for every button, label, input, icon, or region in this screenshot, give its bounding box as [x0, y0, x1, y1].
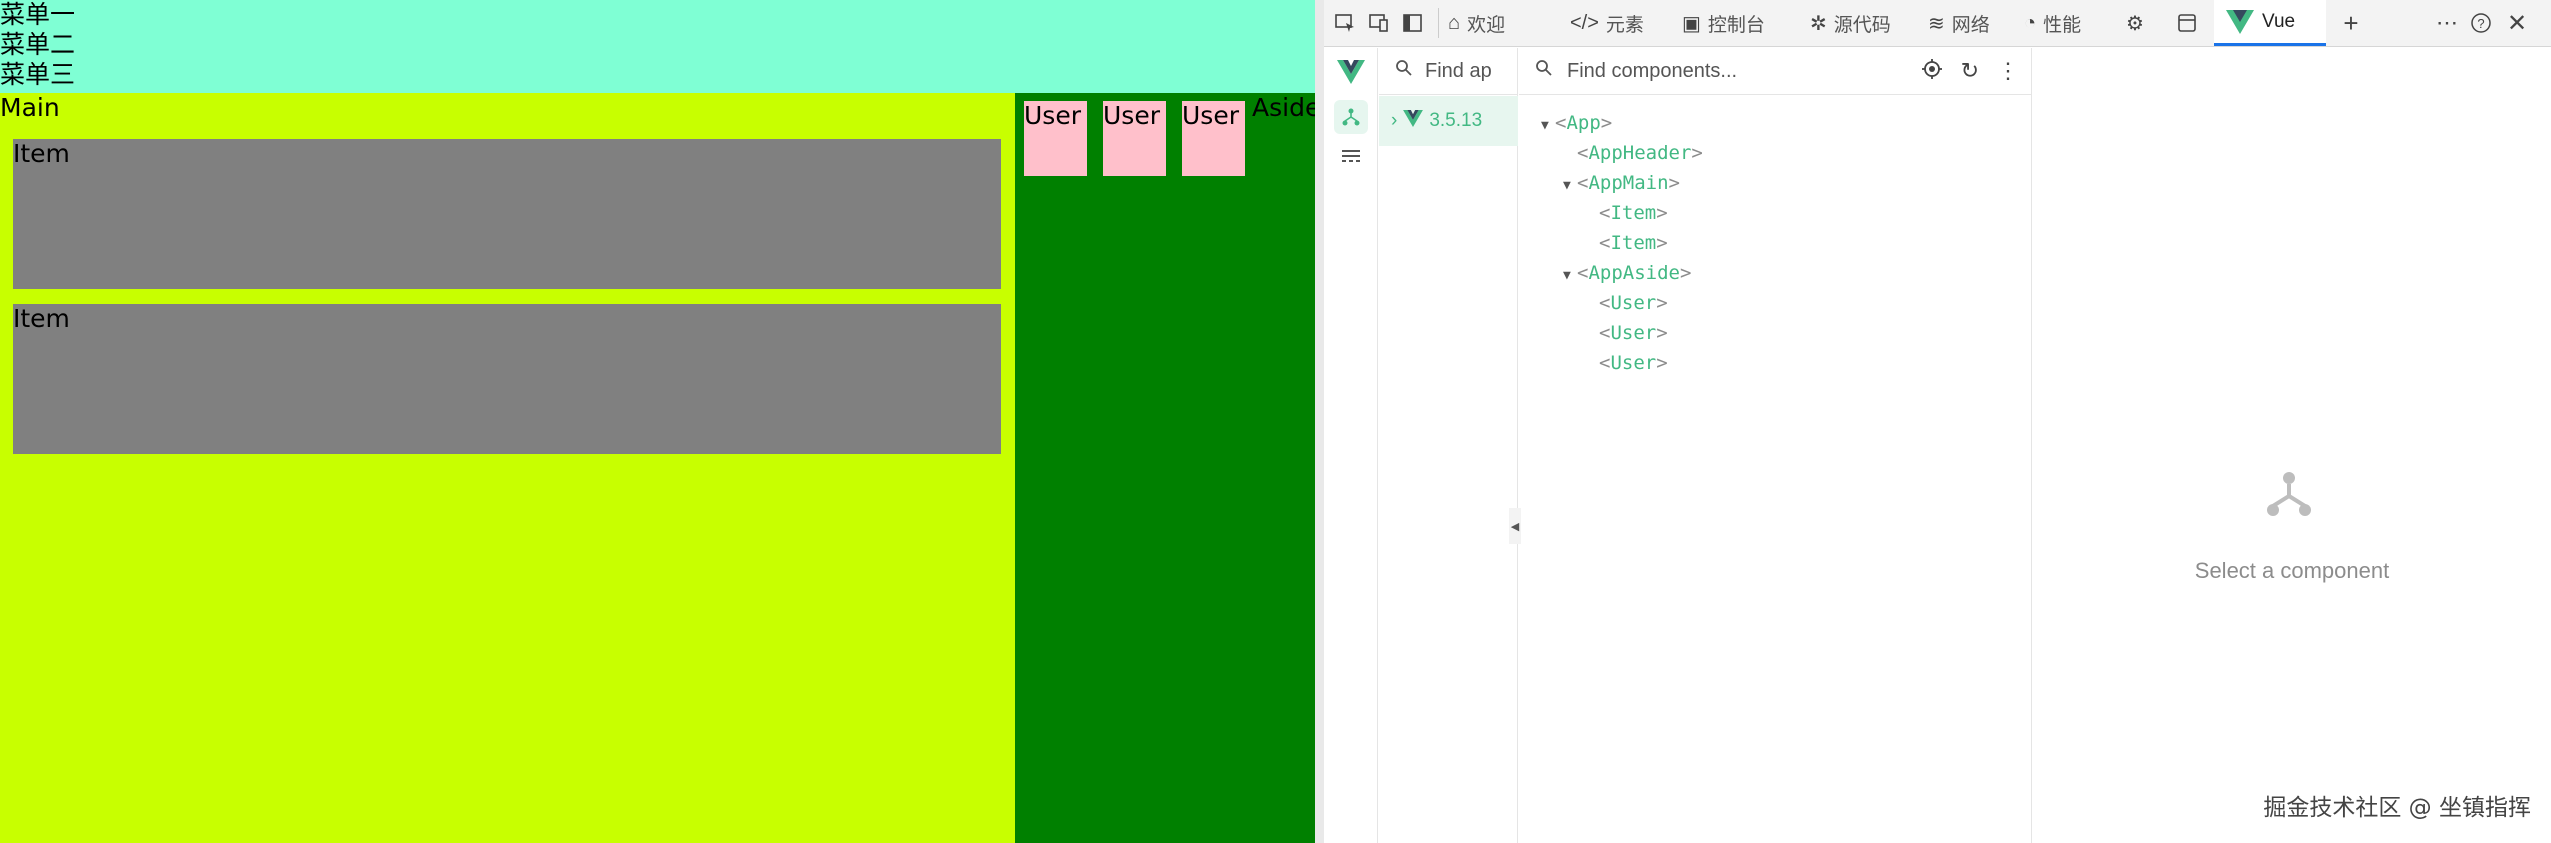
refresh-icon[interactable]: ↻: [1961, 58, 1979, 86]
app-header: 菜单一 菜单二 菜单三: [0, 0, 1315, 93]
tab-label: 性能: [2043, 14, 2082, 36]
components-search-placeholder: Find components...: [1567, 59, 1738, 82]
devtools-tabbar: ⌂ 欢迎 </> 元素 ▣ 控制台 ✲ 源代码 ≋ 网络 ◔ 性能 ⚙ Vue + ⋯ ? …: [1324, 0, 2551, 47]
tab-sources[interactable]: ✲ 源代码: [1810, 0, 1891, 46]
user-card: User: [1182, 101, 1245, 176]
tree-node[interactable]: ▼ <AppAside>: [1563, 258, 1691, 288]
tree-node[interactable]: <User>: [1585, 288, 1668, 318]
aside-label: Aside: [1252, 93, 1321, 122]
home-icon: ⌂: [1448, 11, 1461, 34]
target-select-icon[interactable]: [1921, 58, 1943, 86]
vue-logo-icon: [2226, 9, 2254, 34]
tree-node[interactable]: <User>: [1585, 348, 1668, 378]
tab-performance[interactable]: ◔ 性能: [2024, 0, 2081, 46]
tree-node[interactable]: <User>: [1585, 318, 1668, 348]
tab-label: 控制台: [1707, 14, 1765, 36]
app-page: 菜单一 菜单二 菜单三 Main Item Item User User Use…: [0, 0, 1320, 843]
user-label: User: [1024, 101, 1081, 130]
add-tab-icon[interactable]: +: [2338, 8, 2364, 38]
tab-vue[interactable]: Vue: [2214, 0, 2326, 46]
component-tree-icon: [2261, 466, 2317, 522]
user-label: User: [1182, 101, 1239, 130]
user-label: User: [1103, 101, 1160, 130]
tab-label: 源代码: [1833, 14, 1891, 36]
tab-elements[interactable]: </> 元素: [1570, 0, 1644, 46]
console-icon: ▣: [1682, 12, 1701, 35]
vue-sidebar: [1324, 48, 1378, 843]
close-devtools-icon[interactable]: ✕: [2504, 9, 2530, 37]
more-options-icon[interactable]: ⋯: [2434, 9, 2460, 37]
components-tree-icon[interactable]: [1334, 100, 1368, 134]
tab-label: Vue: [2262, 10, 2296, 32]
tab-label: 元素: [1605, 14, 1644, 36]
tab-console[interactable]: ▣ 控制台: [1682, 0, 1765, 46]
tree-actions: ↻ ⋮: [1921, 58, 2019, 86]
svg-text:?: ?: [2477, 16, 2484, 31]
devtools-panel: ⌂ 欢迎 </> 元素 ▣ 控制台 ✲ 源代码 ≋ 网络 ◔ 性能 ⚙ Vue + ⋯ ? …: [1324, 0, 2551, 843]
search-icon: [1395, 59, 1413, 83]
menu-item-3[interactable]: 菜单三: [0, 60, 1315, 90]
apps-search-input[interactable]: Find ap: [1379, 48, 1518, 95]
bug-icon: ✲: [1810, 12, 1827, 35]
tree-node[interactable]: ▼ <App>: [1541, 108, 1612, 138]
help-icon[interactable]: ?: [2468, 9, 2494, 37]
device-emulation-icon[interactable]: [1366, 9, 1392, 37]
chevron-icon: ›: [1391, 110, 1398, 131]
app-main: Main Item Item: [0, 93, 1015, 843]
app-version: 3.5.13: [1429, 110, 1483, 131]
item-card: Item: [13, 139, 1001, 289]
main-label: Main: [0, 93, 60, 122]
devtools-splitter[interactable]: [1315, 0, 1324, 843]
menu-item-2[interactable]: 菜单二: [0, 30, 1315, 60]
expand-arrow-icon[interactable]: ▼: [1563, 261, 1577, 291]
apps-search-placeholder: Find ap: [1425, 59, 1492, 82]
settings-gear-icon[interactable]: ⚙: [2122, 9, 2148, 37]
vue-devtools: Find ap › 3.5.13 ◀ Find components... ↻ …: [1324, 48, 2551, 843]
menu-item-1[interactable]: 菜单一: [0, 0, 1315, 30]
vue-app-icon: [1403, 109, 1424, 133]
item-label: Item: [13, 139, 70, 168]
tree-node[interactable]: <AppHeader>: [1563, 138, 1703, 168]
search-icon: [1535, 59, 1553, 83]
user-card: User: [1024, 101, 1087, 176]
components-column: Find components... ↻ ⋮ ▼ <App> <AppHeader…: [1519, 48, 2032, 843]
tab-label: 欢迎: [1467, 14, 1506, 36]
inspect-element-icon[interactable]: [1332, 9, 1358, 37]
application-icon[interactable]: [2174, 9, 2200, 37]
app-entry[interactable]: › 3.5.13: [1379, 96, 1518, 146]
timeline-icon[interactable]: [1334, 140, 1368, 174]
tree-node[interactable]: ▼ <AppMain>: [1563, 168, 1680, 198]
more-vertical-icon[interactable]: ⋮: [1997, 58, 2019, 86]
apps-column: Find ap › 3.5.13 ◀: [1379, 48, 1521, 843]
tree-node[interactable]: <Item>: [1585, 198, 1668, 228]
user-card: User: [1103, 101, 1166, 176]
empty-state-text: Select a component: [2194, 558, 2390, 583]
gauge-icon: ◔: [2024, 11, 2037, 34]
dock-side-icon[interactable]: [1400, 9, 1426, 37]
expand-arrow-icon[interactable]: ▼: [1541, 111, 1555, 141]
tab-network[interactable]: ≋ 网络: [1928, 0, 1990, 46]
tab-welcome[interactable]: ⌂ 欢迎: [1448, 0, 1505, 46]
item-label: Item: [13, 304, 70, 333]
item-card: Item: [13, 304, 1001, 454]
wifi-icon: ≋: [1928, 12, 1945, 35]
watermark: 掘金技术社区 @ 坐镇指挥: [2263, 795, 2531, 821]
inspector-panel: Select a component: [2033, 48, 2551, 843]
vue-brand-icon: [1337, 60, 1365, 89]
divider: [1438, 8, 1439, 38]
tree-node[interactable]: <Item>: [1585, 228, 1668, 258]
tab-label: 网络: [1951, 14, 1990, 36]
expand-arrow-icon[interactable]: ▼: [1563, 171, 1577, 201]
app-aside: User User User Aside: [1015, 93, 1320, 843]
code-icon: </>: [1570, 11, 1599, 34]
